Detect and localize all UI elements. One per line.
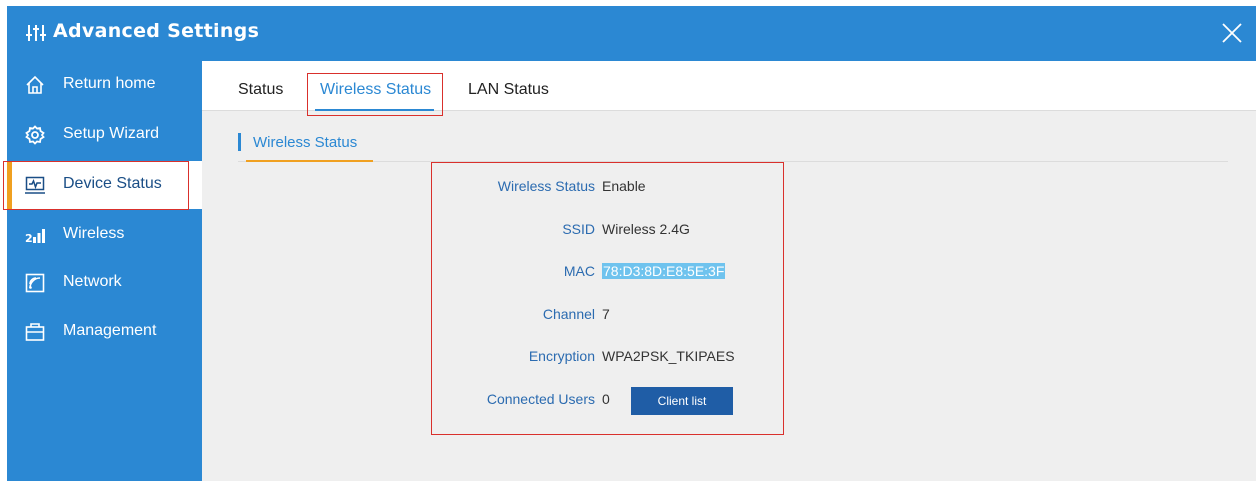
info-value: WPA2PSK_TKIPAES — [602, 348, 735, 364]
info-value: 7 — [602, 306, 610, 322]
section-underline — [246, 160, 373, 162]
info-value: Enable — [602, 178, 646, 194]
svg-text:2: 2 — [25, 232, 33, 245]
info-label: MAC — [563, 263, 595, 279]
signal-bars-icon: 2 — [25, 229, 45, 245]
close-icon[interactable] — [1220, 21, 1244, 45]
monitor-pulse-icon — [25, 176, 45, 194]
home-icon — [26, 75, 44, 94]
tab-lan-status[interactable]: LAN Status — [468, 81, 549, 99]
tab-status[interactable]: Status — [238, 81, 283, 99]
sidebar-item-label: Network — [63, 273, 122, 290]
sliders-icon — [26, 25, 46, 41]
sidebar-item-label: Setup Wizard — [63, 125, 160, 142]
section-header: Wireless Status — [238, 132, 1228, 162]
info-label: Connected Users — [486, 391, 595, 407]
info-row-channel: Channel 7 — [432, 306, 782, 326]
sidebar-item-label: Return home — [63, 75, 156, 92]
tab-wireless-status[interactable]: Wireless Status — [320, 81, 431, 99]
sidebar-nav: Return home Setup Wizard Device Status 2 — [7, 61, 202, 481]
info-value: Wireless 2.4G — [602, 221, 690, 237]
info-row-ssid: SSID Wireless 2.4G — [432, 221, 782, 241]
info-value: 0 — [602, 391, 610, 407]
tab-bar: Status Wireless Status LAN Status — [202, 61, 1256, 111]
info-label: Wireless Status — [497, 178, 595, 194]
info-label: Channel — [542, 306, 595, 322]
section-marker — [238, 133, 241, 151]
sidebar-item-wireless[interactable]: 2 Wireless — [7, 211, 202, 259]
info-label: SSID — [562, 221, 595, 237]
active-tab-underline — [315, 109, 434, 111]
window-title: Advanced Settings — [53, 20, 260, 42]
section-title: Wireless Status — [253, 134, 358, 151]
gear-icon — [25, 125, 45, 145]
sidebar-item-setup-wizard[interactable]: Setup Wizard — [7, 111, 202, 159]
sidebar-item-network[interactable]: Network — [7, 259, 202, 307]
info-row-mac: MAC 78:D3:8D:E8:5E:3F — [432, 263, 782, 283]
sidebar-item-label: Management — [63, 322, 157, 339]
mac-value[interactable]: 78:D3:8D:E8:5E:3F — [602, 263, 726, 279]
sidebar-item-label: Device Status — [63, 175, 162, 192]
client-list-button[interactable]: Client list — [631, 387, 733, 415]
sidebar-item-return-home[interactable]: Return home — [7, 61, 202, 109]
sidebar-item-device-status[interactable]: Device Status — [7, 161, 202, 209]
info-row-wireless-status: Wireless Status Enable — [432, 178, 782, 198]
toolbox-icon — [25, 323, 45, 341]
title-bar: Advanced Settings — [7, 6, 1256, 61]
sidebar-item-label: Wireless — [63, 225, 125, 242]
router-admin-window: Advanced Settings Return home Setup Wiza… — [3, 6, 1256, 481]
network-icon — [25, 273, 45, 293]
info-row-encryption: Encryption WPA2PSK_TKIPAES — [432, 348, 782, 368]
info-label: Encryption — [528, 348, 595, 364]
sidebar-item-management[interactable]: Management — [7, 308, 202, 356]
